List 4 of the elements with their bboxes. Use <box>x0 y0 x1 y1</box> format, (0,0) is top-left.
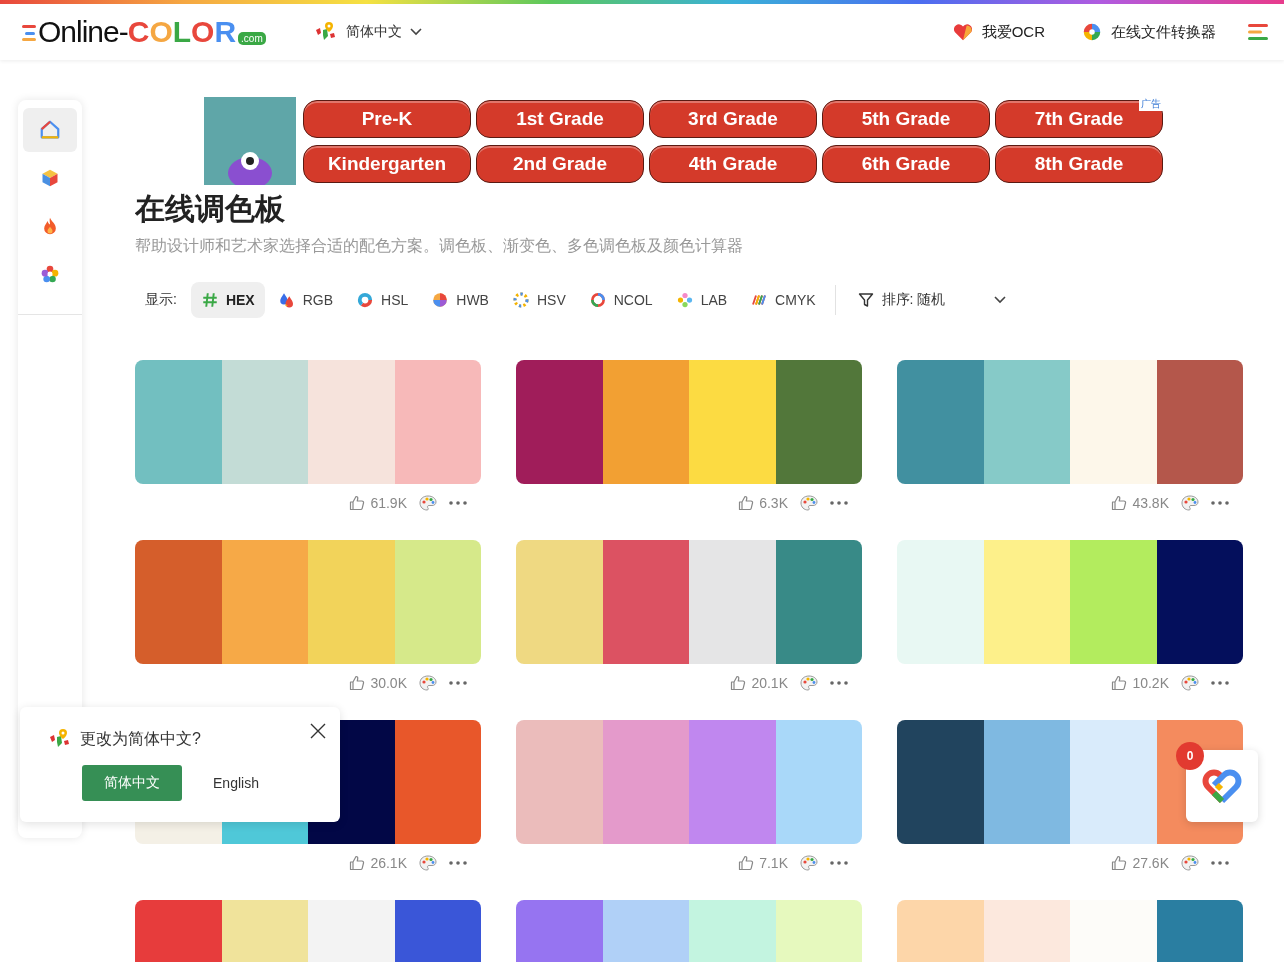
page-title: 在线调色板 <box>135 191 286 227</box>
page-subtitle: 帮助设计师和艺术家选择合适的配色方案。调色板、渐变色、多色调色板及颜色计算器 <box>135 236 744 256</box>
popup-question: 更改为简体中文? <box>80 728 201 749</box>
display-label: 显示: <box>145 291 177 309</box>
